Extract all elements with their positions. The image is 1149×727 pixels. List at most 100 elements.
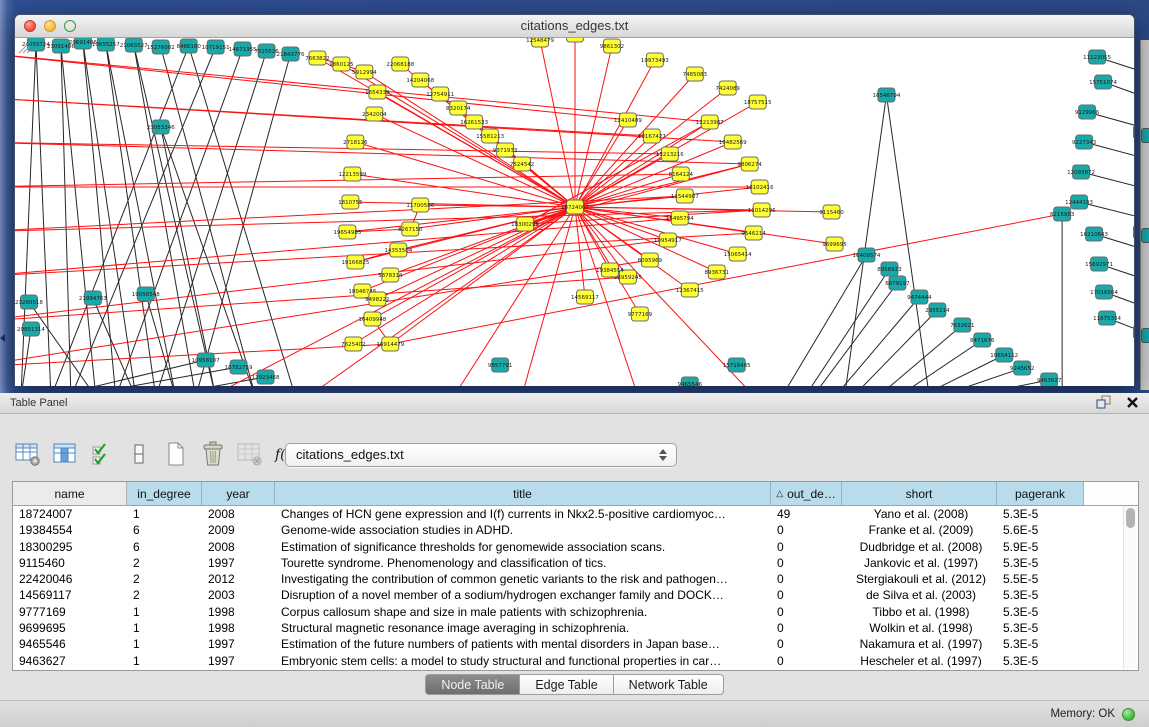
table-row[interactable]: 1456911722003Disruption of a novel membe… xyxy=(13,587,1138,603)
table-cell[interactable]: 0 xyxy=(771,653,842,669)
merge-tables-button[interactable] xyxy=(125,439,153,469)
table-cell[interactable]: 0 xyxy=(771,539,842,555)
table-cell[interactable]: 2 xyxy=(127,587,202,603)
scrollbar-thumb[interactable] xyxy=(1126,508,1135,528)
table-cell[interactable]: 5.3E-5 xyxy=(997,555,1084,571)
table-cell[interactable]: Embryonic stem cells: a model to study s… xyxy=(275,653,771,669)
table-cell[interactable]: de Silva et al. (2003) xyxy=(842,587,997,603)
table-cell[interactable]: 0 xyxy=(771,604,842,620)
close-panel-icon[interactable] xyxy=(1126,396,1139,409)
column-header-in_degree[interactable]: in_degree xyxy=(127,482,202,505)
delete-column-button[interactable] xyxy=(199,439,227,469)
table-cell[interactable]: 9115460 xyxy=(13,555,127,571)
table-cell[interactable]: Genome-wide association studies in ADHD. xyxy=(275,522,771,538)
table-cell[interactable]: 14569117 xyxy=(13,587,127,603)
tab-edge-table[interactable]: Edge Table xyxy=(520,674,613,695)
window-titlebar[interactable]: citations_edges.txt xyxy=(15,15,1134,38)
table-cell[interactable]: 2008 xyxy=(202,539,275,555)
table-cell[interactable]: 1998 xyxy=(202,620,275,636)
table-cell[interactable]: 18300295 xyxy=(13,539,127,555)
table-cell[interactable]: 5.3E-5 xyxy=(997,506,1084,522)
table-cell[interactable]: 9465546 xyxy=(13,636,127,652)
table-cell[interactable]: Dudbridge et al. (2008) xyxy=(842,539,997,555)
table-cell[interactable]: 1998 xyxy=(202,604,275,620)
table-cell[interactable]: 9699695 xyxy=(13,620,127,636)
table-cell[interactable]: 6 xyxy=(127,539,202,555)
tab-network-table[interactable]: Network Table xyxy=(614,674,724,695)
table-cell[interactable]: 18724007 xyxy=(13,506,127,522)
table-cell[interactable]: 9777169 xyxy=(13,604,127,620)
close-window-button[interactable] xyxy=(24,20,36,32)
table-cell[interactable]: 2008 xyxy=(202,506,275,522)
column-header-name[interactable]: name xyxy=(13,482,127,505)
table-cell[interactable]: Yano et al. (2008) xyxy=(842,506,997,522)
table-cell[interactable]: Structural magnetic resonance image aver… xyxy=(275,620,771,636)
table-cell[interactable]: 5.6E-5 xyxy=(997,522,1084,538)
table-cell[interactable]: 19384554 xyxy=(13,522,127,538)
table-cell[interactable]: Changes of HCN gene expression and I(f) … xyxy=(275,506,771,522)
table-cell[interactable]: Franke et al. (2009) xyxy=(842,522,997,538)
table-cell[interactable]: Disruption of a novel member of a sodium… xyxy=(275,587,771,603)
table-cell[interactable]: 5.3E-5 xyxy=(997,620,1084,636)
table-mode-button[interactable] xyxy=(14,439,42,469)
float-panel-icon[interactable] xyxy=(1096,395,1112,410)
table-cell[interactable]: 0 xyxy=(771,587,842,603)
table-cell[interactable]: Wolkin et al. (1998) xyxy=(842,620,997,636)
import-table-button[interactable] xyxy=(236,439,264,469)
table-cell[interactable]: 1997 xyxy=(202,555,275,571)
tab-node-table[interactable]: Node Table xyxy=(425,674,520,695)
table-row[interactable]: 969969511998Structural magnetic resonanc… xyxy=(13,620,1138,636)
table-cell[interactable]: 5.9E-5 xyxy=(997,539,1084,555)
table-cell[interactable]: 9463627 xyxy=(13,653,127,669)
table-cell[interactable]: 1 xyxy=(127,604,202,620)
table-cell[interactable]: 1997 xyxy=(202,636,275,652)
resize-grip-icon[interactable] xyxy=(15,38,1134,386)
table-cell[interactable]: 2012 xyxy=(202,571,275,587)
table-cell[interactable]: Estimation of significance thresholds fo… xyxy=(275,539,771,555)
table-cell[interactable]: 5.3E-5 xyxy=(997,636,1084,652)
table-cell[interactable]: 2009 xyxy=(202,522,275,538)
table-cell[interactable]: 1997 xyxy=(202,653,275,669)
table-cell[interactable]: 0 xyxy=(771,555,842,571)
table-cell[interactable]: 5.3E-5 xyxy=(997,604,1084,620)
table-selector-dropdown[interactable]: citations_edges.txt xyxy=(285,443,677,467)
table-cell[interactable]: 1 xyxy=(127,636,202,652)
memory-status-indicator[interactable] xyxy=(1122,708,1135,721)
table-cell[interactable]: Stergiakouli et al. (2012) xyxy=(842,571,997,587)
table-row[interactable]: 946362711997Embryonic stem cells: a mode… xyxy=(13,653,1138,669)
table-row[interactable]: 911546021997Tourette syndrome. Phenomeno… xyxy=(13,555,1138,571)
column-header-title[interactable]: title xyxy=(275,482,771,505)
table-cell[interactable]: 5.3E-5 xyxy=(997,587,1084,603)
table-cell[interactable]: 0 xyxy=(771,620,842,636)
table-cell[interactable]: Estimation of the future numbers of pati… xyxy=(275,636,771,652)
column-header-pagerank[interactable]: pagerank xyxy=(997,482,1084,505)
table-cell[interactable]: 0 xyxy=(771,571,842,587)
table-cell[interactable]: 22420046 xyxy=(13,571,127,587)
column-visibility-button[interactable] xyxy=(88,439,116,469)
table-cell[interactable]: Corpus callosum shape and size in male p… xyxy=(275,604,771,620)
table-cell[interactable]: 1 xyxy=(127,653,202,669)
table-row[interactable]: 1872400712008Changes of HCN gene express… xyxy=(13,506,1138,522)
table-cell[interactable]: Tourette syndrome. Phenomenology and cla… xyxy=(275,555,771,571)
table-cell[interactable]: 2003 xyxy=(202,587,275,603)
table-cell[interactable]: 2 xyxy=(127,555,202,571)
column-header-short[interactable]: short xyxy=(842,482,997,505)
table-row[interactable]: 1938455462009Genome-wide association stu… xyxy=(13,522,1138,538)
show-columns-button[interactable] xyxy=(51,439,79,469)
table-cell[interactable]: 49 xyxy=(771,506,842,522)
table-cell[interactable]: 2 xyxy=(127,571,202,587)
minimize-window-button[interactable] xyxy=(44,20,56,32)
table-cell[interactable]: 0 xyxy=(771,636,842,652)
network-canvas[interactable]: 2405572423091406206914061065525721063527… xyxy=(15,38,1134,386)
table-row[interactable]: 1830029562008Estimation of significance … xyxy=(13,539,1138,555)
table-row[interactable]: 2242004622012Investigating the contribut… xyxy=(13,571,1138,587)
zoom-window-button[interactable] xyxy=(64,20,76,32)
table-cell[interactable]: 5.3E-5 xyxy=(997,653,1084,669)
table-cell[interactable]: 5.5E-5 xyxy=(997,571,1084,587)
column-header-year[interactable]: year xyxy=(202,482,275,505)
create-column-button[interactable] xyxy=(162,439,190,469)
table-cell[interactable]: 1 xyxy=(127,620,202,636)
table-cell[interactable]: Tibbo et al. (1998) xyxy=(842,604,997,620)
table-cell[interactable]: 6 xyxy=(127,522,202,538)
table-cell[interactable]: Nakamura et al. (1997) xyxy=(842,636,997,652)
